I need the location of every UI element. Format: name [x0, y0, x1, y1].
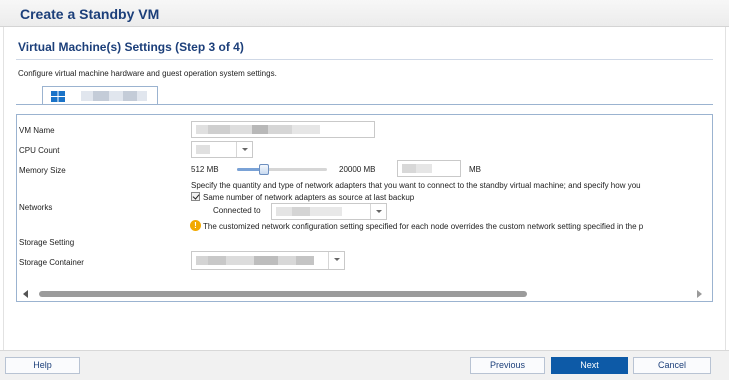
memory-size-value — [402, 164, 432, 173]
horizontal-scrollbar[interactable] — [17, 287, 712, 301]
cpu-count-dropdown[interactable] — [191, 141, 253, 158]
step-divider — [16, 59, 713, 60]
chevron-down-icon — [328, 252, 344, 269]
connected-to-dropdown[interactable] — [271, 203, 387, 220]
cpu-count-value — [196, 145, 210, 154]
same-adapters-label: Same number of network adapters as sourc… — [203, 193, 415, 202]
memory-max-label: 20000 MB — [339, 165, 376, 174]
network-warning-text: The customized network configuration set… — [203, 222, 644, 231]
same-adapters-checkbox[interactable] — [191, 192, 200, 201]
memory-slider-thumb[interactable] — [259, 164, 269, 175]
chevron-down-icon — [370, 204, 386, 219]
storage-container-label: Storage Container — [19, 258, 84, 267]
scrollbar-thumb[interactable] — [39, 291, 527, 297]
step-title: Virtual Machine(s) Settings (Step 3 of 4… — [18, 40, 244, 54]
previous-button[interactable]: Previous — [470, 357, 545, 374]
networks-label: Networks — [19, 203, 53, 212]
memory-size-label: Memory Size — [19, 166, 66, 175]
next-button[interactable]: Next — [551, 357, 628, 374]
storage-container-value — [196, 256, 314, 265]
windows-icon — [51, 91, 65, 102]
storage-container-dropdown[interactable] — [191, 251, 345, 270]
memory-min-label: 512 MB — [191, 165, 219, 174]
memory-unit-label: MB — [469, 165, 481, 174]
scroll-left-icon[interactable] — [23, 290, 28, 298]
window-title-bar: Create a Standby VM — [0, 0, 729, 27]
step-description: Configure virtual machine hardware and g… — [18, 69, 277, 78]
memory-size-input[interactable] — [397, 160, 461, 177]
vm-name-value — [196, 125, 320, 134]
cancel-button[interactable]: Cancel — [633, 357, 711, 374]
vm-settings-panel: VM Name CPU Count Memory Size 512 MB 200… — [16, 114, 713, 302]
connected-to-label: Connected to — [213, 206, 261, 215]
cpu-count-label: CPU Count — [19, 146, 60, 155]
vm-name-input[interactable] — [191, 121, 375, 138]
warning-icon: ! — [190, 220, 201, 231]
memory-slider[interactable] — [237, 164, 327, 175]
help-button[interactable]: Help — [5, 357, 80, 374]
scroll-right-icon[interactable] — [697, 290, 702, 298]
tab-strip-divider — [16, 104, 713, 105]
tab-windows-vm[interactable] — [42, 86, 158, 105]
storage-setting-label: Storage Setting — [19, 238, 75, 247]
window-title: Create a Standby VM — [20, 6, 160, 22]
networks-description: Specify the quantity and type of network… — [191, 181, 641, 190]
tab-label — [81, 91, 147, 101]
connected-to-value — [276, 207, 342, 216]
vm-name-label: VM Name — [19, 126, 55, 135]
chevron-down-icon — [236, 142, 252, 157]
wizard-footer: Help Previous Next Cancel — [0, 350, 729, 380]
